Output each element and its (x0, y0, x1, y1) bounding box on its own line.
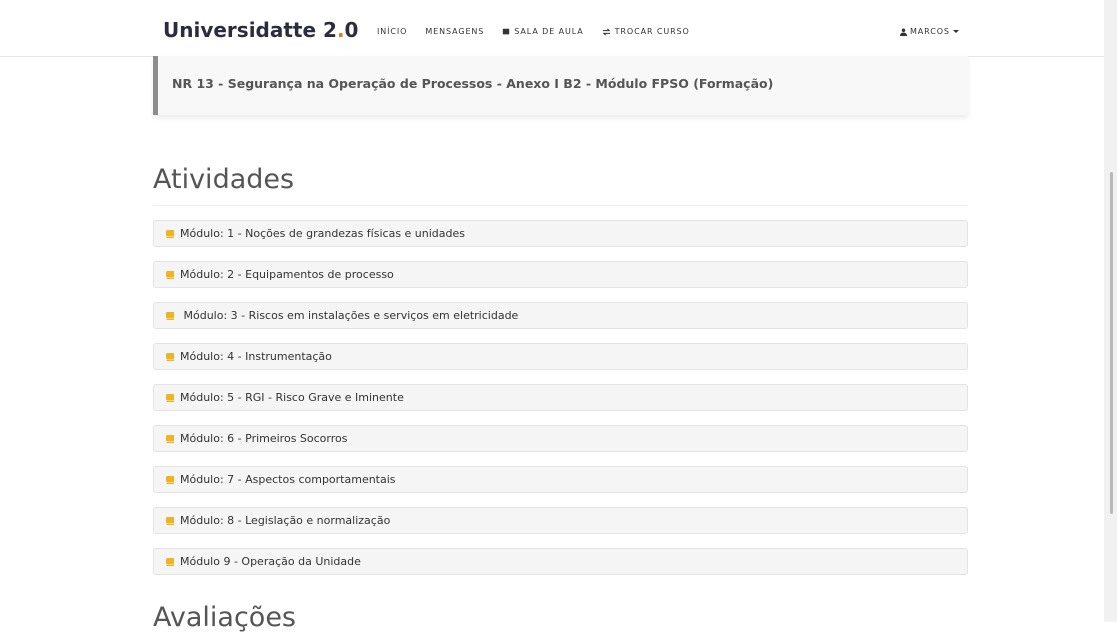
module-label: Módulo: 2 - Equipamentos de processo (180, 268, 394, 281)
nav-trocar-label: TROCAR CURSO (614, 27, 690, 36)
module-label: Módulo: 6 - Primeiros Socorros (180, 432, 348, 445)
nav-trocar-curso[interactable]: TROCAR CURSO (602, 27, 690, 36)
user-menu[interactable]: MARCOS (900, 27, 959, 36)
module-item-3[interactable]: Módulo: 3 - Riscos em instalações e serv… (153, 302, 968, 329)
nav-mensagens[interactable]: MENSAGENS (425, 27, 484, 36)
module-item-2[interactable]: Módulo: 2 - Equipamentos de processo (153, 261, 968, 288)
book-icon (165, 393, 175, 403)
module-item-1[interactable]: Módulo: 1 - Noções de grandezas físicas … (153, 220, 968, 247)
brand-suffix: 0 (344, 18, 359, 42)
module-label: Módulo: 7 - Aspectos comportamentais (180, 473, 396, 486)
book-icon (165, 516, 175, 526)
course-title: NR 13 - Segurança na Operação de Process… (172, 76, 774, 91)
user-icon (900, 28, 907, 36)
brand-dot: . (336, 18, 345, 42)
exchange-icon (602, 27, 611, 36)
caret-down-icon (952, 29, 959, 33)
module-item-6[interactable]: Módulo: 6 - Primeiros Socorros (153, 425, 968, 452)
module-item-9[interactable]: Módulo 9 - Operação da Unidade (153, 548, 968, 575)
module-label: Módulo: 3 - Riscos em instalações e serv… (180, 309, 519, 322)
book-icon (165, 557, 175, 567)
module-item-5[interactable]: Módulo: 5 - RGI - Risco Grave e Iminente (153, 384, 968, 411)
nav-inicio[interactable]: INÍCIO (377, 27, 407, 36)
module-label: Módulo 9 - Operação da Unidade (180, 555, 361, 568)
book-icon (165, 311, 175, 321)
section-title-avaliacoes: Avaliações (153, 602, 297, 633)
nav-links: INÍCIO MENSAGENS SALA DE AULA TROCAR CUR… (377, 27, 708, 36)
module-label: Módulo: 5 - RGI - Risco Grave e Iminente (180, 391, 404, 404)
brand-name: Universidatte 2 (163, 18, 337, 42)
module-label: Módulo: 1 - Noções de grandezas físicas … (180, 227, 466, 240)
nav-sala-de-aula[interactable]: SALA DE AULA (502, 27, 583, 36)
book-icon (165, 229, 175, 239)
nav-mensagens-label: MENSAGENS (425, 27, 485, 36)
module-item-7[interactable]: Módulo: 7 - Aspectos comportamentais (153, 466, 968, 493)
module-label: Módulo: 8 - Legislação e normalização (180, 514, 391, 527)
nav-sala-label: SALA DE AULA (514, 27, 584, 36)
divider (153, 205, 968, 206)
book-icon (503, 28, 510, 35)
book-icon (165, 352, 175, 362)
module-item-8[interactable]: Módulo: 8 - Legislação e normalização (153, 507, 968, 534)
top-navbar: Universidatte 2.0 INÍCIO MENSAGENS SALA … (0, 0, 1104, 57)
book-icon (165, 434, 175, 444)
nav-inicio-label: INÍCIO (377, 27, 408, 36)
book-icon (165, 475, 175, 485)
course-header: NR 13 - Segurança na Operação de Process… (153, 56, 968, 115)
module-item-4[interactable]: Módulo: 4 - Instrumentação (153, 343, 968, 370)
brand-logo[interactable]: Universidatte 2.0 (163, 18, 358, 42)
section-title-atividades: Atividades (153, 164, 295, 195)
user-name: MARCOS (910, 27, 950, 36)
book-icon (165, 270, 175, 280)
scrollbar-thumb[interactable] (1110, 172, 1113, 514)
module-label: Módulo: 4 - Instrumentação (180, 350, 332, 363)
